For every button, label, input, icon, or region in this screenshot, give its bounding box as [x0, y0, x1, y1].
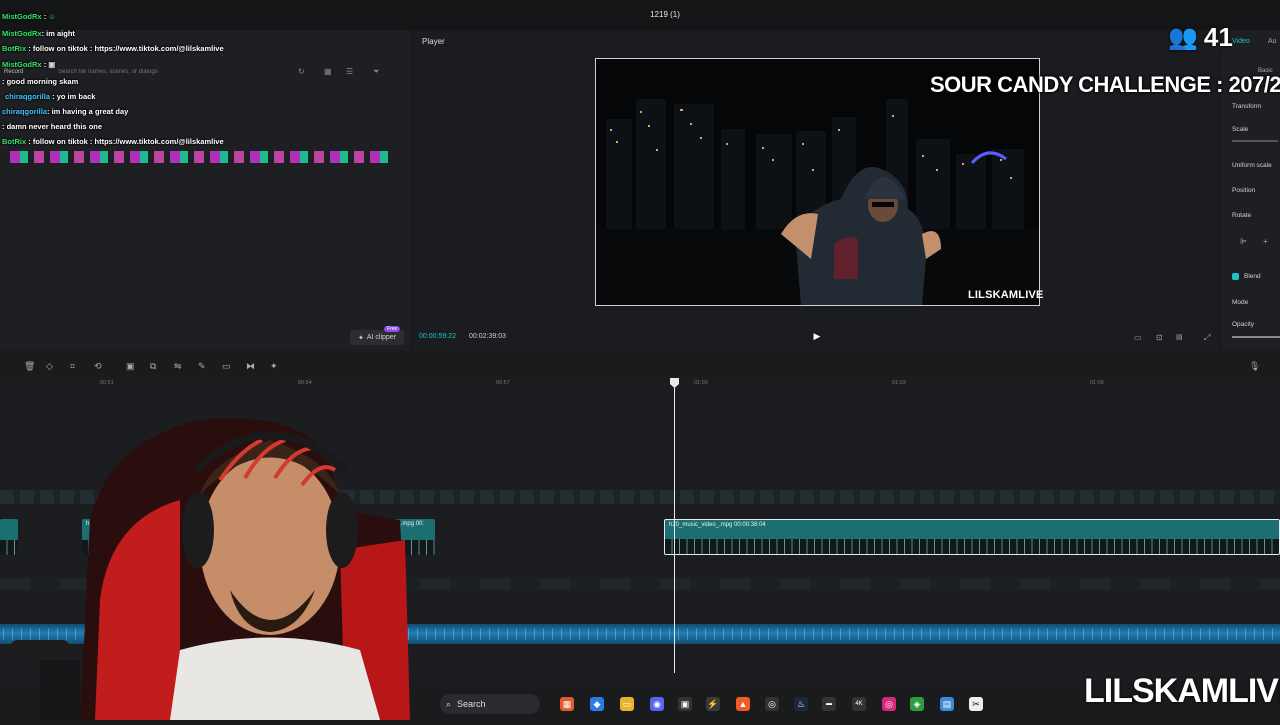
- align-center-icon[interactable]: +: [1263, 237, 1268, 246]
- viewer-count-value: 41: [1203, 22, 1233, 52]
- emote-spam-row: [10, 151, 390, 163]
- stack-icon[interactable]: ◈: [910, 697, 924, 711]
- refresh-icon[interactable]: ↻: [298, 67, 305, 76]
- instagram-icon[interactable]: ◎: [882, 697, 896, 711]
- project-title: 1219 (1): [650, 10, 680, 19]
- notepad-icon[interactable]: ▤: [940, 697, 954, 711]
- fullscreen-preview-icon[interactable]: ▭: [1134, 333, 1142, 342]
- capcut-icon[interactable]: ✂: [969, 697, 983, 711]
- mode-label: Mode: [1232, 299, 1249, 306]
- microphone-icon[interactable]: 🎙: [1249, 361, 1260, 372]
- zoom-fit-icon[interactable]: ⊡: [1156, 333, 1163, 342]
- mirror-icon[interactable]: ⇋: [174, 361, 182, 372]
- sort-icon[interactable]: ☰: [346, 67, 353, 76]
- expand-icon[interactable]: ⤢: [1204, 333, 1210, 343]
- opacity-label: Opacity: [1232, 321, 1255, 328]
- freeze-icon[interactable]: ▣: [126, 361, 135, 372]
- challenge-overlay: SOUR CANDY CHALLENGE : 207/250: [930, 72, 1280, 97]
- playhead[interactable]: [674, 378, 675, 673]
- opacity-slider[interactable]: [1232, 336, 1280, 338]
- chat-message: BotRix : follow on tiktok : https://www.…: [2, 137, 224, 146]
- tab-audio[interactable]: Au: [1268, 38, 1277, 45]
- ai-clipper-label: AI clipper: [366, 334, 397, 341]
- file-explorer-icon[interactable]: ▭: [620, 697, 634, 711]
- webcam-image: [10, 418, 410, 720]
- viewers-icon: 👥: [1168, 24, 1198, 51]
- chat-message: BotRix : follow on tiktok : https://www.…: [2, 44, 224, 53]
- chat-message: MistGodRx : ▣: [2, 60, 56, 69]
- chat-message: : damn never heard this one: [2, 122, 103, 131]
- media-search-input[interactable]: [58, 66, 298, 78]
- split-icon[interactable]: ⧉: [150, 361, 156, 372]
- app-icon[interactable]: ⚡: [706, 697, 720, 711]
- obs-icon[interactable]: ◎: [765, 697, 779, 711]
- ruler-tick: 00:57: [496, 380, 510, 386]
- play-button[interactable]: ▶: [810, 331, 824, 343]
- reverse-icon[interactable]: ⟲: [94, 361, 102, 372]
- crop-icon[interactable]: ⌗: [70, 361, 75, 372]
- tab-video[interactable]: Video: [1232, 38, 1250, 45]
- timeline-toolbar: [0, 355, 1280, 377]
- delete-icon[interactable]: 🗑: [24, 361, 35, 372]
- taskbar-search-label: Search: [457, 699, 486, 709]
- 4k-downloader-icon[interactable]: 4K: [852, 697, 866, 711]
- emote-icon: ▣: [48, 60, 56, 69]
- free-badge: Free: [384, 326, 401, 332]
- app-window-icon[interactable]: ▬: [822, 697, 836, 711]
- ruler-tick: 00:54: [298, 380, 312, 386]
- store-icon[interactable]: ▣: [678, 697, 692, 711]
- rotate-label: Rotate: [1232, 212, 1252, 219]
- total-time: 00:02:39:03: [469, 333, 506, 340]
- record-tab[interactable]: Record: [4, 69, 23, 75]
- position-label: Position: [1232, 187, 1256, 194]
- brave-icon[interactable]: ▲: [736, 697, 750, 711]
- chat-message: chiraqgorilla: im having a great day: [2, 107, 129, 116]
- chat-message: chiraqgorilla : yo im back: [5, 92, 96, 101]
- webcam-feed: [0, 400, 440, 720]
- ruler-tick: 01:03: [892, 380, 906, 386]
- magic-icon[interactable]: ✎: [198, 361, 206, 372]
- uniform-scale-label: Uniform scale: [1232, 162, 1272, 169]
- chat-message: MistGodRx: im aight: [2, 29, 75, 38]
- align-left-icon[interactable]: ⊫: [1240, 237, 1247, 246]
- taskbar-search[interactable]: ⌕ Search: [440, 694, 540, 714]
- ai-tools-icon[interactable]: ✦: [270, 361, 278, 372]
- transition-icon[interactable]: ⧓: [246, 361, 255, 372]
- filter-icon[interactable]: ⏷: [373, 67, 379, 77]
- ai-sparkle-icon: ✦: [357, 334, 364, 342]
- chat-message: : good morning skam: [2, 77, 79, 86]
- frame-icon[interactable]: ▭: [222, 361, 231, 372]
- viewer-count: 👥 41: [1168, 22, 1233, 53]
- transform-label: Transform: [1232, 103, 1262, 110]
- current-time: 00:00:59:22: [419, 333, 456, 340]
- chat-message: MistGodRx : ☺: [2, 12, 56, 21]
- video-clip-selected[interactable]: h20_music_video_.mpg 00:00:38:04: [664, 519, 1280, 555]
- grid-view-icon[interactable]: ▦: [324, 67, 332, 76]
- blend-checkbox[interactable]: [1232, 273, 1239, 280]
- brand-overlay: LILSKAMLIVE: [1084, 672, 1280, 710]
- blend-label: Blend: [1244, 273, 1261, 280]
- ai-clipper-button[interactable]: ✦ AI clipper: [350, 330, 404, 345]
- video-watermark: LILSKAMLIVE: [968, 289, 1044, 301]
- discord-icon[interactable]: ◉: [650, 697, 664, 711]
- copilot-icon[interactable]: ◆: [590, 697, 604, 711]
- scale-slider[interactable]: [1232, 140, 1278, 142]
- emote-icon: ☺: [48, 12, 56, 21]
- ruler-tick: 00:51: [100, 380, 114, 386]
- timeline-ruler[interactable]: [0, 377, 1280, 391]
- ruler-tick: 01:00: [694, 380, 708, 386]
- steam-icon[interactable]: ♨: [794, 697, 808, 711]
- widgets-icon[interactable]: ▦: [560, 697, 574, 711]
- clip-label: h20_music_video_.mpg 00:00:38:04: [669, 522, 766, 528]
- marker-icon[interactable]: ◇: [46, 361, 53, 372]
- player-label: Player: [422, 37, 445, 46]
- ruler-tick: 01:06: [1090, 380, 1104, 386]
- ratio-icon[interactable]: ▤: [1176, 333, 1183, 341]
- scale-label: Scale: [1232, 126, 1249, 133]
- search-icon: ⌕: [446, 698, 452, 709]
